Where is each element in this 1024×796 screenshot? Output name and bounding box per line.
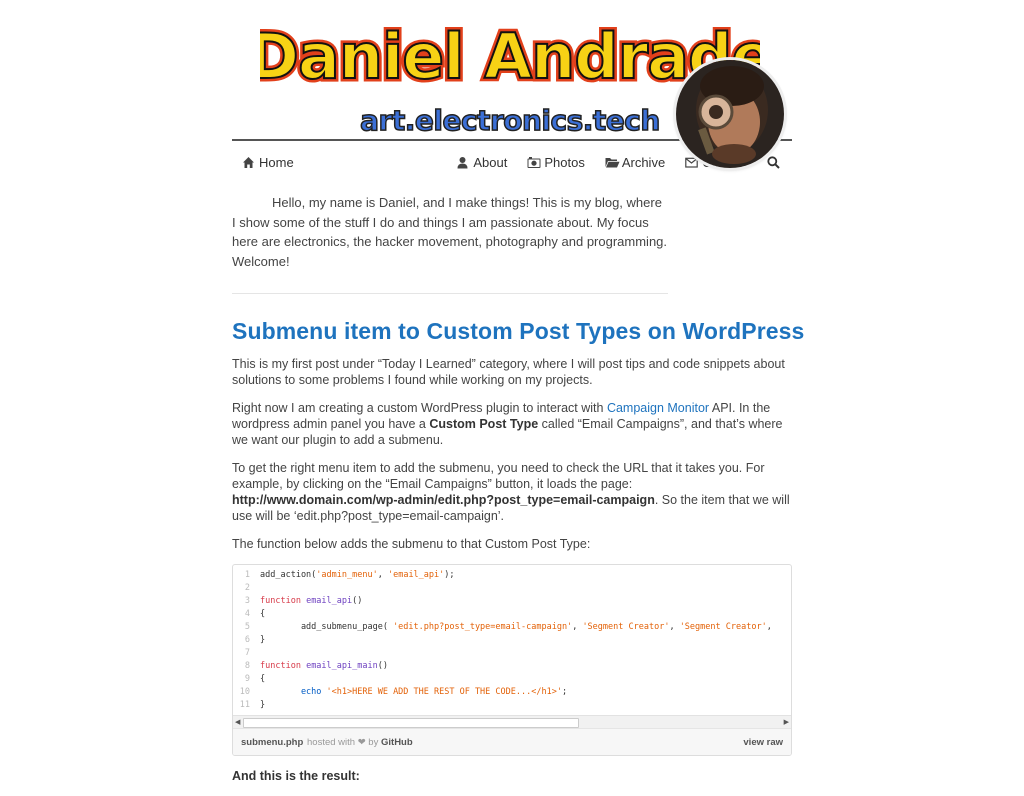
line-number: 7 bbox=[244, 648, 250, 658]
p2-bold: Custom Post Type bbox=[429, 417, 539, 431]
post-paragraph-5: And this is the result: bbox=[232, 768, 792, 784]
line-number: 5 bbox=[244, 622, 250, 632]
nav-home-label: Home bbox=[259, 154, 294, 170]
avatar bbox=[676, 60, 784, 168]
scroll-right-arrow-icon[interactable]: ▶ bbox=[784, 718, 789, 726]
code-token: email_api_main bbox=[300, 661, 378, 671]
line-number: 10 bbox=[239, 687, 250, 697]
camera-icon bbox=[527, 156, 541, 169]
p3-url: http://www.domain.com/wp-admin/edit.php?… bbox=[232, 493, 655, 507]
view-raw-link[interactable]: view raw bbox=[743, 737, 783, 748]
post-paragraph-2: Right now I am creating a custom WordPre… bbox=[232, 400, 792, 448]
post-title[interactable]: Submenu item to Custom Post Types on Wor… bbox=[232, 318, 804, 345]
nav-photos[interactable]: Photos bbox=[527, 154, 585, 170]
search-icon bbox=[767, 155, 780, 169]
home-icon bbox=[242, 156, 255, 169]
code-token: add_action( bbox=[260, 570, 317, 580]
code-token: echo bbox=[260, 687, 322, 697]
line-number: 9 bbox=[244, 674, 250, 684]
intro-section: Hello, my name is Daniel, and I make thi… bbox=[232, 183, 792, 313]
p3-text-a: To get the right menu item to add the su… bbox=[232, 461, 765, 491]
nav-archive[interactable]: Archive bbox=[605, 155, 665, 170]
code-token: 'edit.php?post_type=email-campaign' bbox=[393, 622, 573, 632]
campaign-monitor-link[interactable]: Campaign Monitor bbox=[607, 401, 709, 415]
code-block[interactable]: 1 add_action('admin_menu', 'email_api'); … bbox=[233, 565, 791, 715]
line-number: 8 bbox=[244, 661, 250, 671]
nav-home[interactable]: Home bbox=[242, 155, 294, 170]
intro-text: Hello, my name is Daniel, and I make thi… bbox=[232, 195, 668, 269]
scroll-left-arrow-icon[interactable]: ◀ bbox=[235, 718, 240, 726]
code-token: , bbox=[766, 622, 772, 632]
nav-archive-label: Archive bbox=[621, 154, 666, 170]
code-token: ); bbox=[444, 570, 455, 580]
nav-about-label: About bbox=[473, 154, 508, 170]
nav-photos-label: Photos bbox=[544, 154, 585, 170]
line-number: 6 bbox=[244, 635, 250, 645]
code-token: 'email_api' bbox=[387, 570, 445, 580]
code-token: 'Segment Creator' bbox=[679, 622, 767, 632]
user-icon bbox=[456, 156, 469, 169]
gist-footer: submenu.php hosted with ❤ by GitHub view… bbox=[233, 728, 791, 755]
line-number: 11 bbox=[239, 700, 250, 710]
code-token: 'admin_menu' bbox=[316, 570, 378, 580]
github-link[interactable]: GitHub bbox=[381, 737, 413, 748]
code-token: ; bbox=[561, 687, 568, 697]
code-token: } bbox=[260, 700, 266, 710]
code-gist: 1 add_action('admin_menu', 'email_api'); … bbox=[232, 564, 792, 756]
nav-search-button[interactable] bbox=[767, 155, 780, 169]
post-paragraph-3: To get the right menu item to add the su… bbox=[232, 460, 792, 524]
line-number: 1 bbox=[244, 570, 250, 580]
p2-text-a: Right now I am creating a custom WordPre… bbox=[232, 401, 607, 415]
logo-tagline: art.electronics.tech bbox=[360, 104, 660, 137]
code-token: , bbox=[377, 570, 388, 580]
code-token: () bbox=[377, 661, 388, 671]
nav-about[interactable]: About bbox=[456, 155, 507, 170]
envelope-icon bbox=[685, 156, 698, 169]
post-paragraph-4: The function below adds the submenu to t… bbox=[232, 537, 591, 551]
code-token: 'Segment Creator' bbox=[582, 622, 670, 632]
folder-icon bbox=[605, 156, 620, 169]
line-number: 3 bbox=[244, 596, 250, 606]
code-token: { bbox=[260, 674, 266, 684]
scrollbar-thumb[interactable] bbox=[243, 718, 579, 728]
code-token: add_submenu_page( bbox=[260, 622, 394, 632]
horizontal-scrollbar[interactable]: ◀ ▶ bbox=[233, 715, 791, 728]
code-token: { bbox=[260, 609, 266, 619]
gist-hosted-text: hosted with ❤ by bbox=[307, 737, 379, 748]
code-token: } bbox=[260, 635, 266, 645]
code-token: '<h1>HERE WE ADD THE REST OF THE CODE...… bbox=[321, 687, 562, 697]
code-token: , bbox=[572, 622, 583, 632]
result-heading: And this is the result: bbox=[232, 769, 360, 783]
post-paragraph-1: This is my first post under “Today I Lea… bbox=[232, 357, 785, 387]
code-token: email_api bbox=[300, 596, 353, 606]
line-number: 4 bbox=[244, 609, 250, 619]
intro-divider bbox=[232, 293, 668, 294]
avatar-photo bbox=[676, 60, 784, 168]
code-token: , bbox=[669, 622, 680, 632]
line-number: 2 bbox=[244, 583, 250, 593]
code-token: () bbox=[352, 596, 363, 606]
page: Daniel Andrade Daniel Andrade art.electr… bbox=[232, 0, 804, 783]
code-token: function bbox=[260, 661, 301, 671]
gist-filename-link[interactable]: submenu.php bbox=[241, 737, 303, 748]
code-token: function bbox=[260, 596, 301, 606]
